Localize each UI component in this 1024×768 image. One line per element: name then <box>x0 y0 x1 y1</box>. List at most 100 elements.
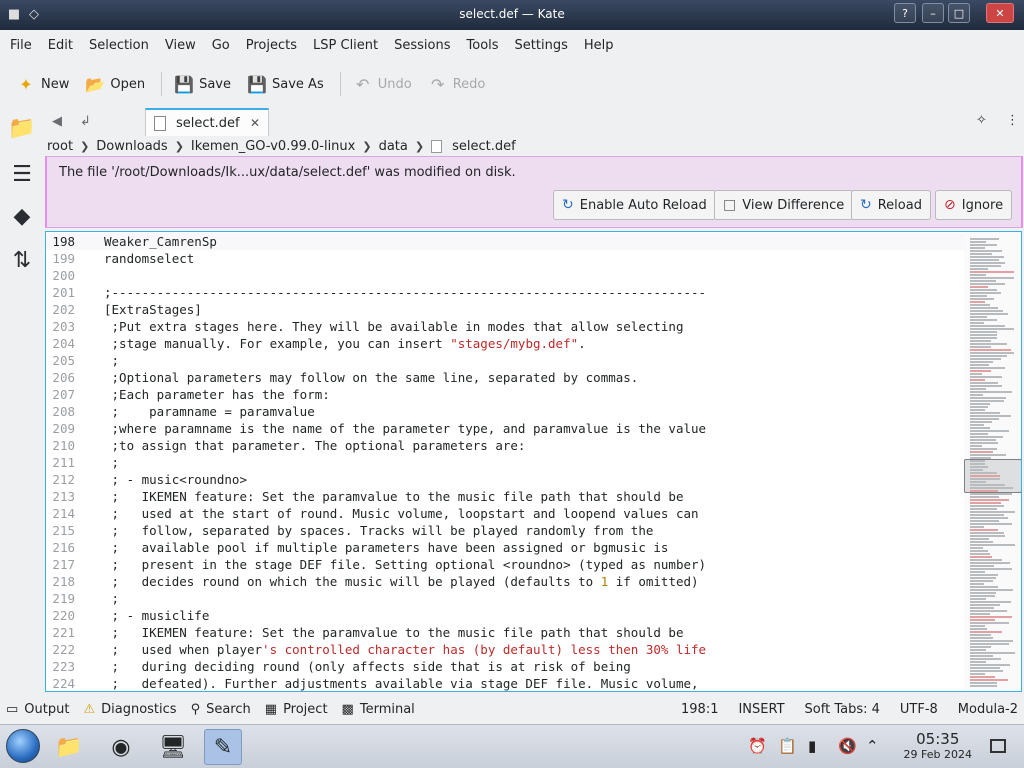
breadcrumb-data[interactable]: data <box>379 139 408 154</box>
split-view-icon[interactable]: ✧ <box>976 113 987 128</box>
document-list-icon[interactable]: ☰ <box>8 160 36 188</box>
line-text: ; follow, separated by spaces. Tracks wi… <box>104 522 654 539</box>
undo-button[interactable]: ↶ Undo <box>347 69 418 99</box>
terminal-panel-button[interactable]: ▩ Terminal <box>342 702 415 717</box>
help-button[interactable]: ? <box>894 3 916 23</box>
menu-view[interactable]: View <box>157 38 204 53</box>
firefox-icon[interactable]: ◉ <box>102 729 140 765</box>
code-line[interactable]: 219 ; <box>46 590 966 607</box>
tab-back-icon[interactable]: ◀ <box>52 114 62 129</box>
save-button[interactable]: 💾 Save <box>168 69 237 99</box>
minimap-line <box>970 589 1013 591</box>
clock[interactable]: 05:35 29 Feb 2024 <box>904 730 972 761</box>
encoding-setting[interactable]: UTF-8 <box>900 702 938 717</box>
code-line[interactable]: 222 ; used when player's controlled char… <box>46 641 966 658</box>
code-line[interactable]: 208 ; paramname = paramvalue <box>46 403 966 420</box>
tray-expand-icon[interactable]: ⌃ <box>866 737 879 755</box>
menu-edit[interactable]: Edit <box>40 38 81 53</box>
code-editor[interactable]: 198 Weaker_CamrenSp 199 randomselect 200 201;… <box>45 231 1022 692</box>
maximize-button[interactable]: □ <box>948 3 970 23</box>
menu-lsp-client[interactable]: LSP Client <box>305 38 386 53</box>
menu-sessions[interactable]: Sessions <box>386 38 458 53</box>
code-line[interactable]: 205 ; <box>46 352 966 369</box>
code-line[interactable]: 207 ;Each parameter has the form: <box>46 386 966 403</box>
ignore-button[interactable]: ⊘ Ignore <box>935 190 1013 220</box>
reload-button[interactable]: ↻ Reload <box>851 190 931 220</box>
code-line[interactable]: 220 ; - musiclife <box>46 607 966 624</box>
menu-help[interactable]: Help <box>576 38 622 53</box>
line-number: 217 <box>52 557 75 572</box>
document-icon <box>154 115 166 131</box>
line-text-plain: ;---------------------------------------… <box>104 285 707 300</box>
input-mode[interactable]: INSERT <box>738 702 784 717</box>
symbol-outline-icon[interactable]: ⇅ <box>8 246 36 274</box>
minimize-button[interactable]: – <box>922 3 944 23</box>
filesystem-browser-icon[interactable]: 📁 <box>8 114 36 142</box>
code-line[interactable]: 217 ; present in the stage DEF file. Set… <box>46 556 966 573</box>
menu-projects[interactable]: Projects <box>238 38 305 53</box>
code-line[interactable]: 214 ; used at the start of round. Music … <box>46 505 966 522</box>
minimap-line <box>970 457 991 459</box>
file-manager-icon[interactable]: 📁 <box>50 729 88 765</box>
breadcrumb-file[interactable]: select.def <box>452 139 516 154</box>
menu-file[interactable]: File <box>2 38 40 53</box>
code-line[interactable]: 206 ;Optional parameters may follow on t… <box>46 369 966 386</box>
breadcrumb-downloads[interactable]: Downloads <box>96 139 167 154</box>
menu-settings[interactable]: Settings <box>507 38 576 53</box>
code-line[interactable]: 213 ; IKEMEN feature: Set the paramvalue… <box>46 488 966 505</box>
output-panel-button[interactable]: ▭ Output <box>6 702 69 717</box>
git-icon[interactable]: ◆ <box>8 202 36 230</box>
code-line[interactable]: 224 ; defeated). Further adjustments ava… <box>46 675 966 691</box>
clock-date: 29 Feb 2024 <box>903 748 972 761</box>
enable-auto-reload-button[interactable]: ↻ Enable Auto Reload <box>553 190 716 220</box>
tab-forward-icon[interactable]: ↲ <box>80 114 91 129</box>
minimap-line <box>970 262 1005 264</box>
notifications-icon[interactable]: ⏰ <box>748 737 767 755</box>
code-line[interactable]: 216 ; available pool if multiple paramet… <box>46 539 966 556</box>
code-line[interactable]: 218 ; decides round on which the music w… <box>46 573 966 590</box>
code-line[interactable]: 210 ;to assign that parameter. The optio… <box>46 437 966 454</box>
code-line[interactable]: 203 ;Put extra stages here. They will be… <box>46 318 966 335</box>
code-line[interactable]: 212 ; - music<roundno> <box>46 471 966 488</box>
code-line[interactable]: 215 ; follow, separated by spaces. Track… <box>46 522 966 539</box>
code-line[interactable]: 201 ;------------------------------------… <box>46 284 966 301</box>
indentation-setting[interactable]: Soft Tabs: 4 <box>805 702 880 717</box>
tab-select-def[interactable]: select.def ✕ <box>145 108 269 136</box>
syntax-mode[interactable]: Modula-2 <box>958 702 1018 717</box>
tab-close-icon[interactable]: ✕ <box>250 116 260 130</box>
minimap[interactable] <box>964 232 1021 691</box>
code-line[interactable]: 198 Weaker_CamrenSp <box>46 233 966 250</box>
breadcrumb-root[interactable]: root <box>47 139 73 154</box>
minimap-line <box>970 274 986 276</box>
clipboard-icon[interactable]: 📋 <box>778 737 797 755</box>
tab-menu-icon[interactable]: ⋮ <box>1006 113 1019 128</box>
new-button[interactable]: ✦ New <box>10 69 75 99</box>
redo-button[interactable]: ↷ Redo <box>422 69 492 99</box>
show-desktop-icon[interactable] <box>990 739 1006 753</box>
menu-tools[interactable]: Tools <box>459 38 507 53</box>
code-line[interactable]: 209 ;where paramname is the name of the … <box>46 420 966 437</box>
view-difference-button[interactable]: □ View Difference <box>714 190 854 220</box>
cursor-position[interactable]: 198:1 <box>681 702 718 717</box>
code-line[interactable]: 211 ; <box>46 454 966 471</box>
start-menu-icon[interactable] <box>6 729 40 763</box>
breadcrumb-ikemen[interactable]: Ikemen_GO-v0.99.0-linux <box>191 139 355 154</box>
project-panel-button[interactable]: ▦ Project <box>265 702 328 717</box>
save-as-button[interactable]: 💾 Save As <box>241 69 330 99</box>
code-line[interactable]: 200 <box>46 267 966 284</box>
code-line[interactable]: 199 randomselect <box>46 250 966 267</box>
volume-muted-icon[interactable]: 🔇 <box>838 737 857 755</box>
battery-icon[interactable]: ▮ <box>808 737 816 755</box>
close-button[interactable]: ✕ <box>986 3 1014 23</box>
system-settings-icon[interactable]: 🖥 <box>154 729 192 765</box>
menu-go[interactable]: Go <box>204 38 238 53</box>
code-line[interactable]: 223 ; during deciding round (only affect… <box>46 658 966 675</box>
menu-selection[interactable]: Selection <box>81 38 157 53</box>
search-panel-button[interactable]: ⚲ Search <box>191 702 251 717</box>
diagnostics-panel-button[interactable]: ⚠ Diagnostics <box>83 702 176 717</box>
kate-task-icon[interactable]: ✎ <box>204 729 242 765</box>
open-button[interactable]: 📂 Open <box>79 69 151 99</box>
code-line[interactable]: 202 [ExtraStages] <box>46 301 966 318</box>
code-line[interactable]: 204 ;stage manually. For example, you ca… <box>46 335 966 352</box>
code-line[interactable]: 221 ; IKEMEN feature: Set the paramvalue… <box>46 624 966 641</box>
